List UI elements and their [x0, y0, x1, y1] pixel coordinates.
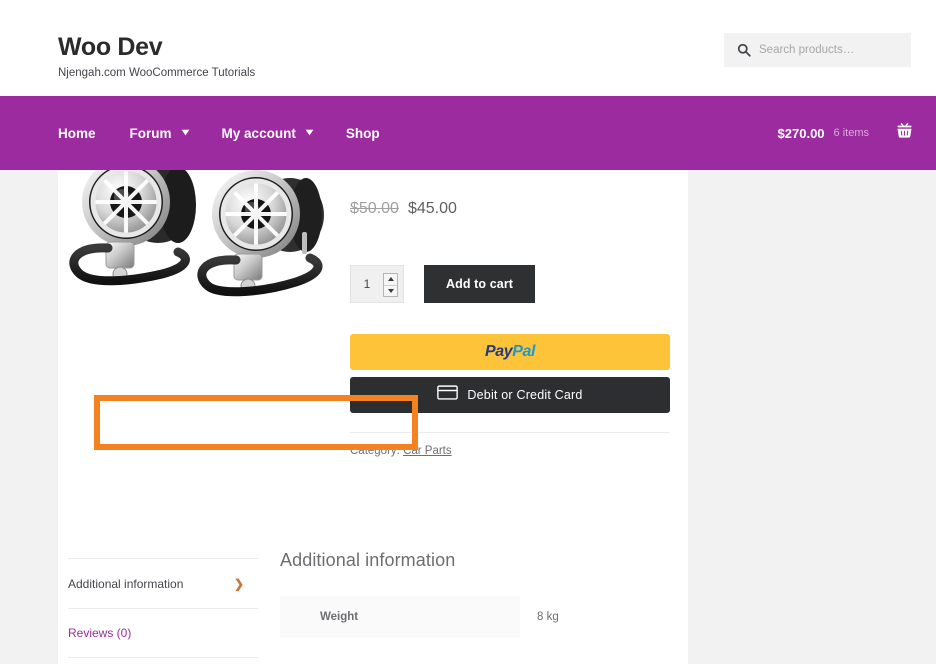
- cart-button[interactable]: [895, 96, 914, 170]
- quantity-input[interactable]: [351, 266, 383, 302]
- nav-item-forum[interactable]: Forum ▾: [129, 125, 189, 141]
- nav-item-label: Shop: [345, 125, 380, 141]
- site-tagline: Njengah.com WooCommerce Tutorials: [58, 67, 256, 79]
- chevron-down-icon[interactable]: ▾: [306, 128, 313, 138]
- product-tabs-list: Additional information ❯ Reviews (0): [68, 558, 258, 658]
- search-input[interactable]: [757, 33, 907, 67]
- product-search-form[interactable]: [724, 33, 911, 67]
- cart-summary[interactable]: $270.00 6 items: [778, 96, 869, 170]
- product-attributes-table: Weight 8 kg: [280, 596, 670, 638]
- paypal-logo-pay: Pay: [484, 343, 513, 360]
- paypal-checkout-button[interactable]: PayPal: [350, 334, 670, 370]
- price-sale: $45.00: [407, 200, 457, 217]
- tab-reviews[interactable]: Reviews (0): [68, 608, 258, 658]
- content-canvas: $50.00 $45.00 Add to cart PayPal: [58, 170, 688, 664]
- nav-item-label: Forum: [129, 125, 172, 141]
- category-link[interactable]: Car Parts: [403, 445, 452, 457]
- quantity-stepper[interactable]: [350, 265, 404, 303]
- debit-credit-card-button[interactable]: Debit or Credit Card: [350, 377, 670, 413]
- shopping-basket-icon: [895, 122, 914, 144]
- cart-total-amount: $270.00: [777, 125, 825, 141]
- category-label: Category:: [350, 445, 400, 457]
- nav-item-label: Home: [58, 125, 96, 141]
- page-root: Woo Dev Njengah.com WooCommerce Tutorial…: [0, 0, 936, 664]
- cart-item-count: 6 items: [833, 127, 869, 139]
- product-price: $50.00 $45.00: [350, 200, 457, 218]
- paypal-logo: PayPal: [484, 343, 536, 361]
- chevron-right-icon: ❯: [233, 576, 244, 591]
- add-to-cart-form: Add to cart: [350, 265, 536, 303]
- nav-item-shop[interactable]: Shop: [346, 126, 380, 141]
- chevron-down-icon[interactable]: ▾: [182, 128, 189, 138]
- quantity-spinner-arrows[interactable]: [383, 273, 398, 297]
- additional-information-panel: Additional information Weight 8 kg: [280, 550, 680, 638]
- product-gallery-image[interactable]: [58, 170, 348, 335]
- tab-additional-information[interactable]: Additional information ❯: [68, 558, 258, 608]
- site-branding[interactable]: Woo Dev Njengah.com WooCommerce Tutorial…: [58, 33, 255, 80]
- table-row: Weight 8 kg: [280, 596, 670, 638]
- summary-divider: [350, 432, 670, 433]
- site-masthead: Woo Dev Njengah.com WooCommerce Tutorial…: [0, 0, 936, 96]
- nav-item-home[interactable]: Home: [58, 126, 96, 141]
- primary-menu: Home Forum ▾ My account ▾ Shop: [58, 96, 414, 170]
- site-title: Woo Dev: [58, 33, 163, 61]
- quantity-decrement-button[interactable]: [384, 284, 397, 297]
- tab-label: Reviews (0): [68, 626, 132, 640]
- attribute-value-weight: 8 kg: [520, 596, 670, 638]
- attribute-name-weight: Weight: [280, 596, 520, 638]
- nav-item-label: My account: [221, 125, 296, 141]
- tab-label: Additional information: [68, 576, 184, 591]
- price-regular-struck: $50.00: [350, 200, 399, 217]
- nav-item-my-account[interactable]: My account ▾: [221, 125, 313, 141]
- panel-heading: Additional information: [280, 550, 456, 570]
- debit-credit-card-label: Debit or Credit Card: [467, 388, 583, 402]
- quantity-increment-button[interactable]: [384, 274, 397, 285]
- paypal-logo-pal: Pal: [512, 343, 536, 360]
- search-icon: [737, 43, 751, 57]
- primary-navigation-bar: Home Forum ▾ My account ▾ Shop $270.00 6…: [0, 96, 936, 170]
- add-to-cart-button[interactable]: Add to cart: [424, 265, 536, 303]
- credit-card-icon: [437, 385, 459, 405]
- product-category-meta: Category: Car Parts: [350, 445, 452, 457]
